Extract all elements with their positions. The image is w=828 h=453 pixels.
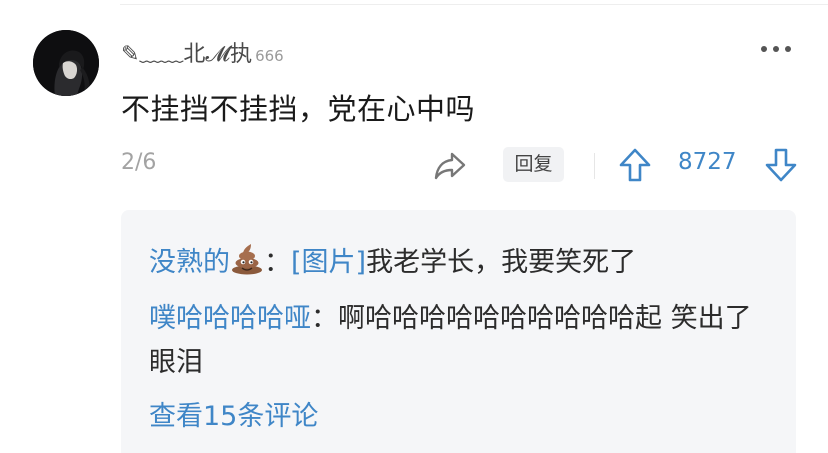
reply-separator: ：	[311, 303, 338, 334]
reply-author[interactable]: 没熟的	[149, 247, 230, 278]
reply-button[interactable]: 回复	[503, 147, 564, 182]
action-divider	[594, 153, 595, 179]
username-text[interactable]: ✎﹏﹏北𝓜执	[121, 36, 252, 68]
image-counter: 2/6	[121, 150, 157, 175]
reply-author[interactable]: 噗哈哈哈哈哑	[149, 303, 311, 334]
username[interactable]: ✎﹏﹏北𝓜执 666	[121, 36, 284, 68]
downvote-icon[interactable]	[763, 146, 799, 184]
replies-preview[interactable]: 没熟的 ：[图片]我老学长，我要笑死了 噗哈哈哈哈哑：啊哈哈哈哈哈哈哈哈哈哈起 …	[121, 210, 796, 453]
reply-item[interactable]: 没熟的 ：[图片]我老学长，我要笑死了	[149, 241, 769, 285]
upvote-icon[interactable]	[617, 146, 653, 184]
user-level: 666	[255, 47, 284, 65]
more-icon[interactable]	[758, 39, 794, 59]
share-icon[interactable]	[432, 147, 468, 183]
view-all-comments-link[interactable]: 查看15条评论	[149, 395, 318, 439]
reply-item[interactable]: 噗哈哈哈哈哑：啊哈哈哈哈哈哈哈哈哈哈起 笑出了眼泪	[149, 297, 769, 385]
avatar[interactable]	[33, 30, 99, 96]
vote-count: 8727	[678, 149, 737, 175]
comment-text: 不挂挡不挂挡，党在心中吗	[121, 92, 476, 126]
reply-separator: ：	[264, 247, 291, 278]
poop-emoji-icon	[230, 243, 264, 275]
reply-text: 我老学长，我要笑死了	[366, 247, 637, 278]
avatar-image	[33, 30, 99, 96]
image-link[interactable]: [图片]	[291, 247, 366, 278]
top-divider	[120, 4, 828, 5]
